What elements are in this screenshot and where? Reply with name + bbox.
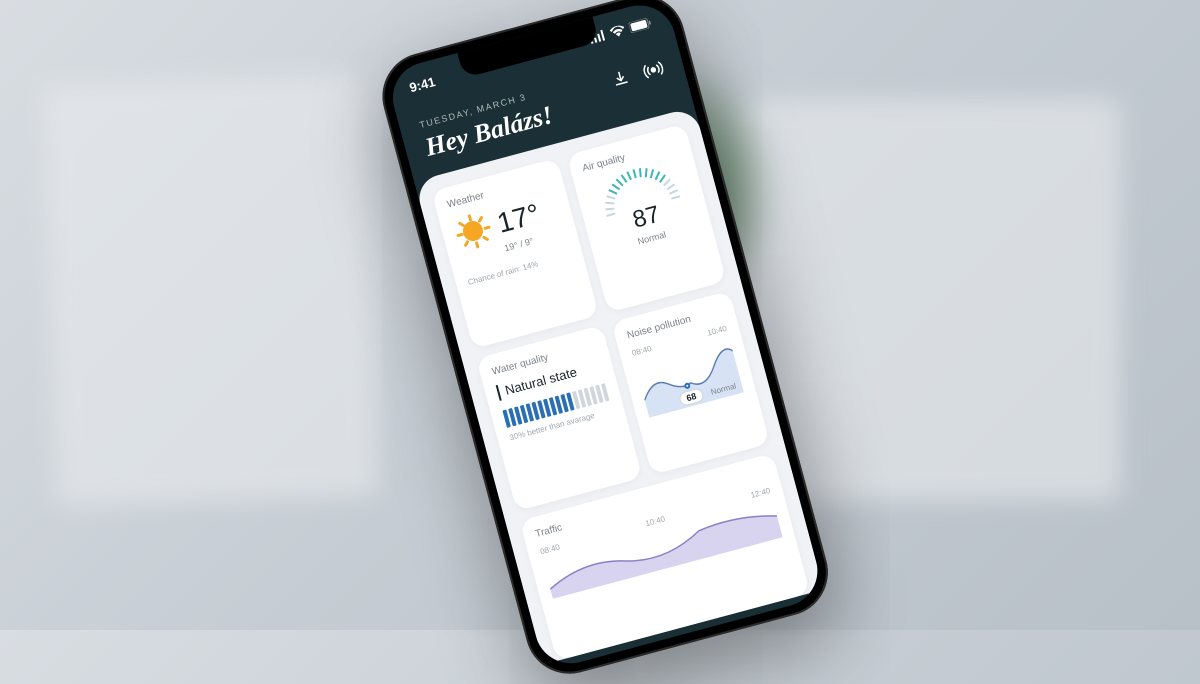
- weather-card[interactable]: Weather 17°: [431, 158, 599, 349]
- aqi-gauge-icon: [597, 160, 682, 222]
- noise-time-end: 10:40: [706, 324, 728, 338]
- noise-card[interactable]: Noise pollution 08:40 10:40 68 Normal: [611, 291, 770, 475]
- water-card[interactable]: Water quality Natural state 30% better t…: [476, 325, 642, 511]
- traffic-time-3: 12:40: [750, 486, 772, 500]
- weather-temp: 17°: [494, 198, 543, 240]
- traffic-time-2: 10:40: [644, 514, 666, 528]
- traffic-time-1: 08:40: [539, 542, 561, 556]
- broadcast-icon[interactable]: [641, 58, 665, 82]
- noise-time-start: 08:40: [631, 344, 653, 358]
- download-icon[interactable]: [608, 66, 632, 90]
- weather-rain: Chance of rain: 14%: [467, 251, 572, 287]
- sun-icon: [451, 209, 495, 253]
